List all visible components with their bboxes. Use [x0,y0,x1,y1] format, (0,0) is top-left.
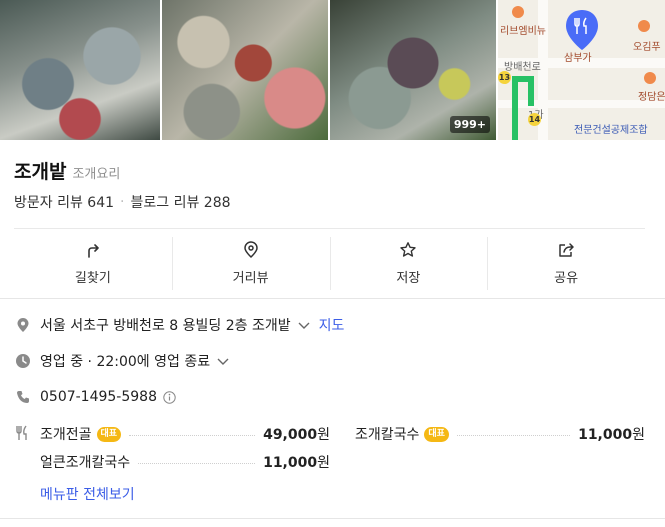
chevron-down-icon[interactable] [297,318,311,332]
place-category: 조개요리 [72,167,121,182]
phone-row: 0507-1495-5988 [14,388,176,406]
representative-badge: 대표 [96,426,122,442]
location-pin-icon [14,316,32,334]
phone-number[interactable]: 0507-1495-5988 [40,389,157,405]
map-thumbnail[interactable]: 리브엠비뉴 오김푸 삼부가 정담은 방배천로 1가 13 14 전문건설공제조합 [498,0,665,140]
photo-3[interactable]: 999+ [330,0,496,140]
phone-icon [14,388,32,406]
route-number-badge: 14 [528,113,541,126]
map-label-road: 방배천로 [504,62,541,73]
menu-item[interactable]: 조개전골 대표 49,000원 [40,424,330,444]
share-label: 공유 [554,271,579,286]
route-number-badge: 13 [498,71,511,84]
map-link[interactable]: 지도 [319,315,345,335]
map-label-poi-left: 리브엠비뉴 [500,26,546,37]
dotted-leader [456,434,571,436]
directions-icon [88,244,99,258]
poi-icon [512,6,524,18]
street-view-label: 거리뷰 [232,271,269,286]
directions-label: 길찾기 [74,271,111,286]
menu-item[interactable]: 조개칼국수 대표 11,000원 [355,424,645,444]
map-pin-icon [566,10,598,50]
clock-icon [14,352,32,370]
place-title: 조개밭 [14,161,67,183]
dotted-leader [138,462,256,464]
save-button[interactable]: 저장 [329,229,488,298]
section-divider [0,518,665,519]
street-view-button[interactable]: 거리뷰 [171,229,330,298]
utensils-icon [16,425,27,440]
separator-dot: · [120,194,125,210]
place-header: 조개밭 조개요리 [14,157,120,184]
directions-button[interactable]: 길찾기 [14,229,172,298]
action-bar: 길찾기 거리뷰 저장 공유 [14,228,645,298]
dotted-leader [129,434,256,436]
map-label-org: 전문건설공제조합 [574,125,648,136]
poi-icon [644,72,656,84]
hours-row: 영업 중 · 22:00에 영업 종료 [14,351,230,371]
street-view-icon [243,241,258,259]
blog-reviews-link[interactable]: 블로그 리뷰 288 [130,192,230,212]
representative-badge: 대표 [424,426,449,442]
see-full-menu-link[interactable]: 메뉴판 전체보기 [40,484,135,504]
photo-count-badge: 999+ [449,116,490,133]
poi-icon [638,20,650,32]
menu-item-name: 얼큰조개칼국수 [40,455,131,471]
review-summary: 방문자 리뷰 641 · 블로그 리뷰 288 [14,192,231,212]
chevron-down-icon[interactable] [216,354,230,368]
menu-item-name: 조개전골 [40,427,92,443]
menu-item-price: 11,000원 [578,427,645,443]
star-icon [400,242,417,257]
map-label-poi-right: 오김푸 [633,42,661,53]
hours-text: 영업 중 · 22:00에 영업 종료 [40,354,211,370]
photo-2[interactable] [162,0,328,140]
menu-item-price: 11,000원 [263,455,330,471]
map-label-poi-far: 정담은 [638,92,665,103]
info-icon[interactable] [163,390,176,404]
photo-strip: 999+ 리브엠비뉴 오김푸 삼부가 정담은 방배천로 1가 13 14 전문건… [0,0,665,140]
menu-item-name: 조개칼국수 [355,427,420,443]
section-divider [0,298,665,299]
visitor-reviews-link[interactable]: 방문자 리뷰 641 [14,192,114,212]
address-text: 서울 서초구 방배천로 8 용빌딩 2층 조개밭 [40,318,291,334]
save-label: 저장 [396,271,421,286]
menu-item-price: 49,000원 [263,427,330,443]
share-button[interactable]: 공유 [487,229,645,298]
share-icon [559,243,574,257]
address-row: 서울 서초구 방배천로 8 용빌딩 2층 조개밭 지도 [14,315,344,335]
photo-1[interactable] [0,0,160,140]
menu-item[interactable]: 얼큰조개칼국수 11,000원 [40,452,330,472]
